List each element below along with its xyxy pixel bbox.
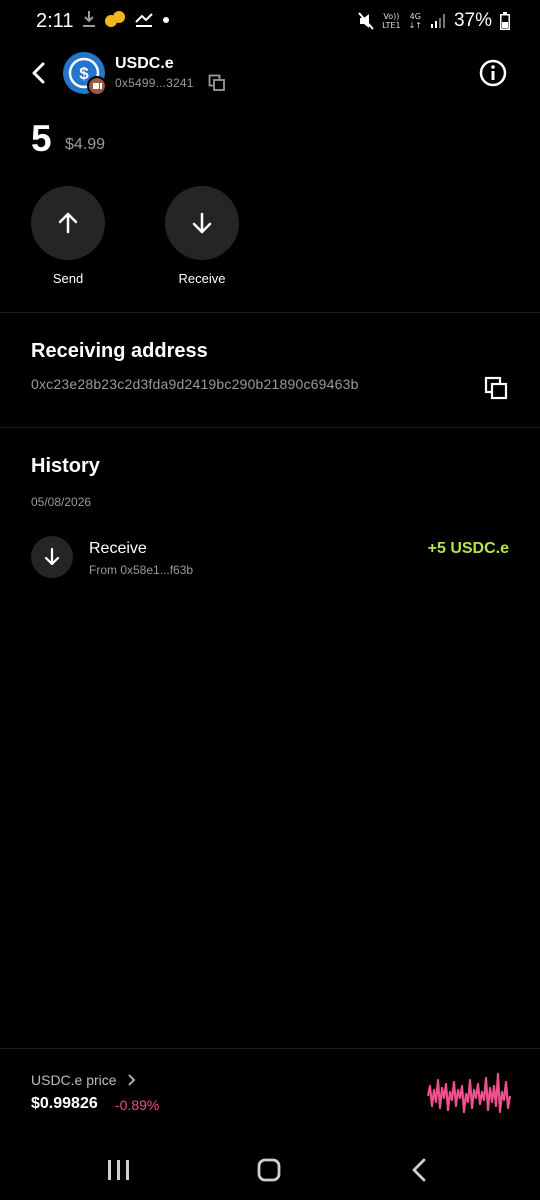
network-type-label: 4G xyxy=(409,12,421,21)
copy-address-icon[interactable] xyxy=(484,376,508,400)
back-icon[interactable] xyxy=(26,60,52,86)
back-nav-icon[interactable] xyxy=(403,1156,437,1184)
arrow-down-icon xyxy=(44,547,60,566)
token-balance: 5 xyxy=(31,118,52,159)
transaction-from: From 0x58e1...f63b xyxy=(89,563,194,577)
status-bar: 2:11 Vo)) LTE1 4G ↓↑ 37% xyxy=(0,0,540,44)
chevron-right-icon xyxy=(127,1074,135,1086)
receiving-address[interactable]: 0xc23e28b23c2d3fda9d2419bc290b21890c6946… xyxy=(31,376,359,392)
signal-icon xyxy=(430,14,445,28)
token-name: USDC.e xyxy=(115,55,174,72)
hands-icon xyxy=(135,13,153,27)
token-address: 0x5499...3241 xyxy=(115,76,194,90)
send-button[interactable] xyxy=(31,186,105,260)
balance-usd: $4.99 xyxy=(65,136,106,153)
volte-indicator: Vo)) LTE1 xyxy=(382,12,400,30)
transaction-amount: +5 USDC.e xyxy=(427,540,509,557)
notification-icons xyxy=(82,10,170,28)
history-date: 05/08/2026 xyxy=(31,495,92,509)
history-title: History xyxy=(31,455,100,477)
price-value: $0.99826 xyxy=(31,1095,98,1112)
home-icon[interactable] xyxy=(252,1156,286,1184)
dot-icon xyxy=(163,17,169,23)
chain-badge-icon xyxy=(87,76,107,96)
network-type: 4G ↓↑ xyxy=(409,12,422,30)
battery-icon xyxy=(500,12,510,30)
system-nav-bar xyxy=(0,1140,540,1200)
arrow-up-icon xyxy=(58,212,78,234)
mute-icon xyxy=(358,12,374,30)
copy-icon[interactable] xyxy=(208,74,226,92)
volte-label: Vo)) xyxy=(383,12,400,21)
transaction-title: Receive xyxy=(89,540,147,557)
send-label: Send xyxy=(52,271,84,286)
receiving-address-title: Receiving address xyxy=(31,340,208,362)
price-link[interactable]: USDC.e price xyxy=(31,1072,137,1088)
recent-apps-icon[interactable] xyxy=(101,1156,135,1184)
app-icon xyxy=(105,11,125,27)
divider xyxy=(0,427,540,428)
receive-button[interactable] xyxy=(165,186,239,260)
lte-label: LTE1 xyxy=(382,21,401,30)
price-change: -0.89% xyxy=(115,1097,160,1113)
transaction-icon-wrap xyxy=(31,536,73,578)
info-icon[interactable] xyxy=(479,59,507,87)
divider xyxy=(0,1048,540,1049)
system-icons: Vo)) LTE1 4G ↓↑ 37% xyxy=(358,10,510,32)
sparkline-line xyxy=(426,1072,512,1114)
price-label: USDC.e price xyxy=(31,1072,117,1088)
divider xyxy=(0,312,540,313)
price-sparkline[interactable] xyxy=(426,1068,512,1124)
data-arrows-icon: ↓↑ xyxy=(408,21,422,30)
receive-label: Receive xyxy=(178,271,226,286)
battery-percent: 37% xyxy=(453,10,492,31)
arrow-down-icon xyxy=(192,212,212,234)
download-icon xyxy=(83,11,95,27)
status-time: 2:11 xyxy=(36,10,74,32)
